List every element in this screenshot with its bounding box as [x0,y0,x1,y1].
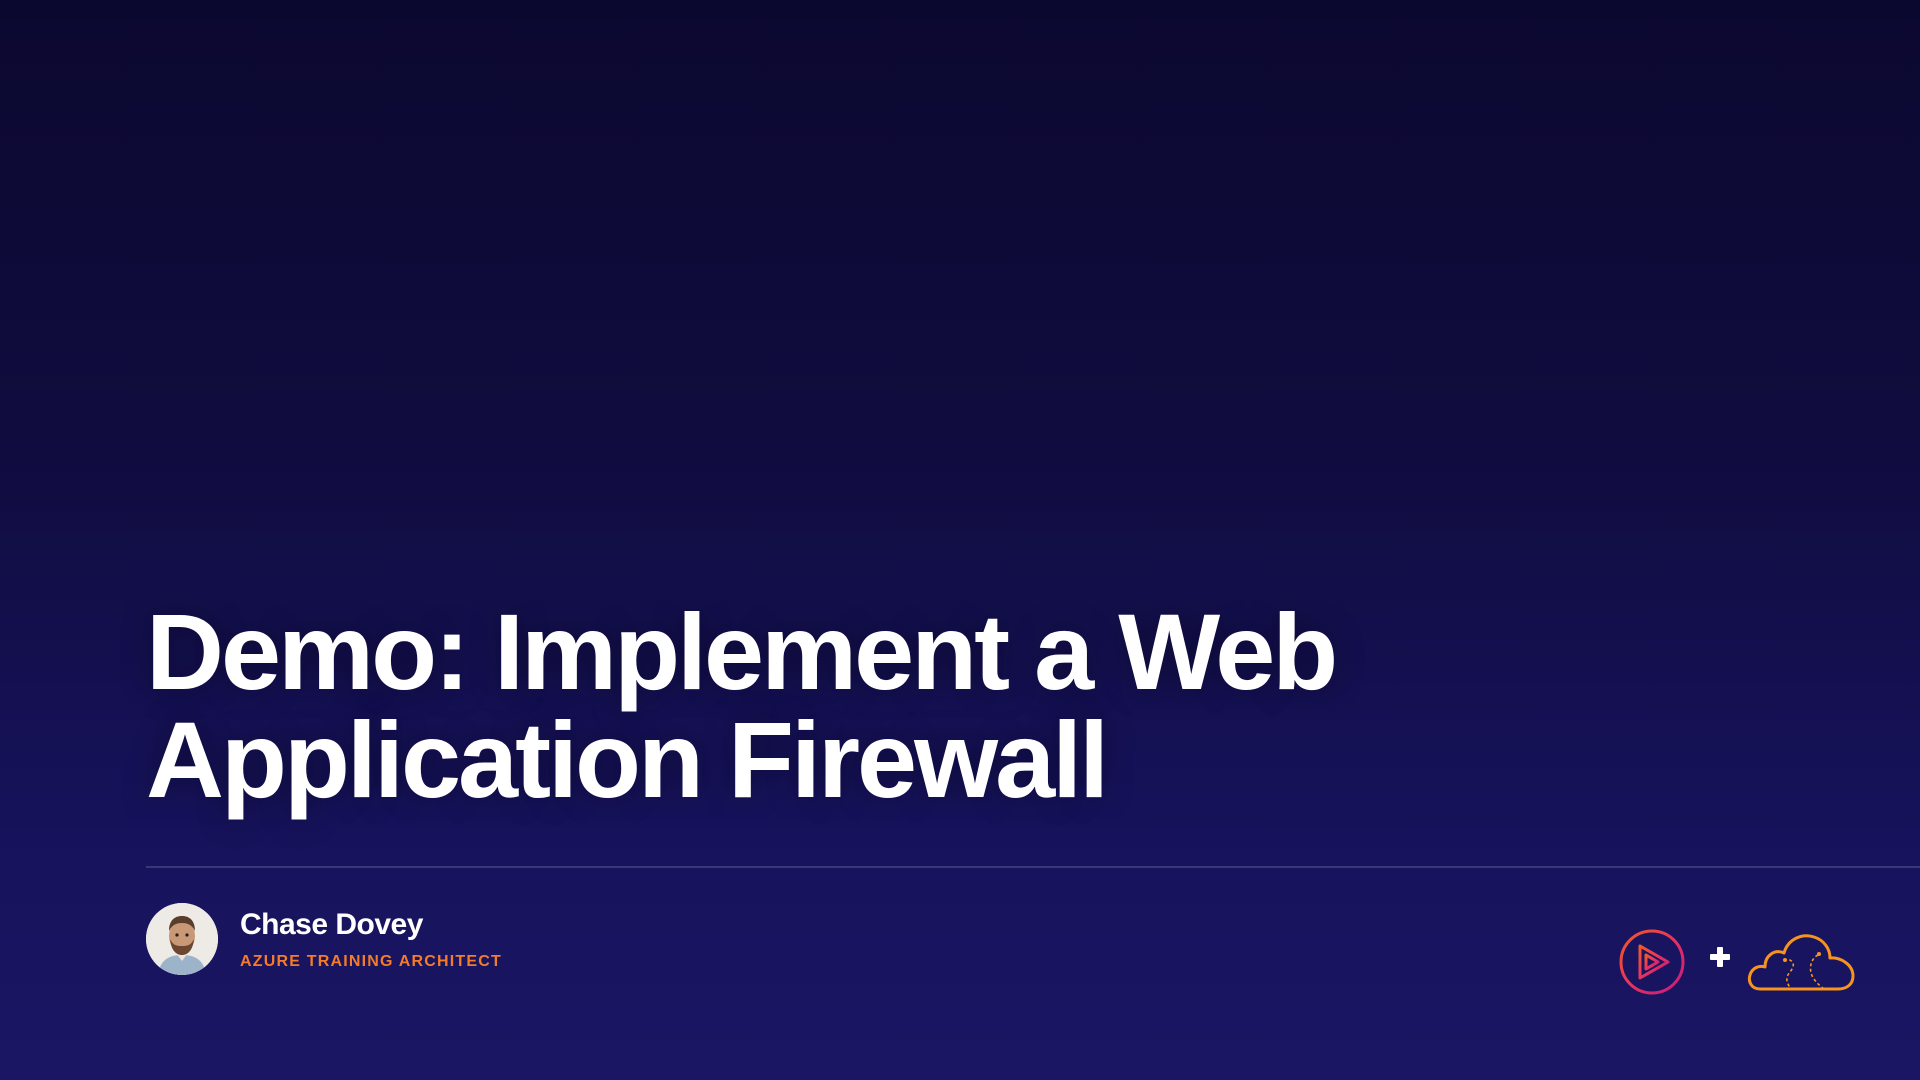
slide-title-line-1: Demo: Implement a Web [146,591,1338,712]
title-divider [146,866,1920,868]
slide-title-line-2: Application Firewall [146,699,1109,820]
presenter-avatar [146,903,218,975]
plus-icon [1710,947,1730,967]
presenter-role: AZURE TRAINING ARCHITECT [240,953,502,970]
slide-title: Demo: Implement a Web Application Firewa… [146,591,1338,820]
presenter-name: Chase Dovey [240,908,423,941]
a-cloud-guru-cloud-icon [1747,934,1855,991]
brand-logos [1610,925,1860,995]
title-slide: Demo: Implement a Web Application Firewa… [0,0,1920,1080]
person-portrait-icon [146,903,218,975]
pluralsight-play-icon [1619,929,1685,995]
